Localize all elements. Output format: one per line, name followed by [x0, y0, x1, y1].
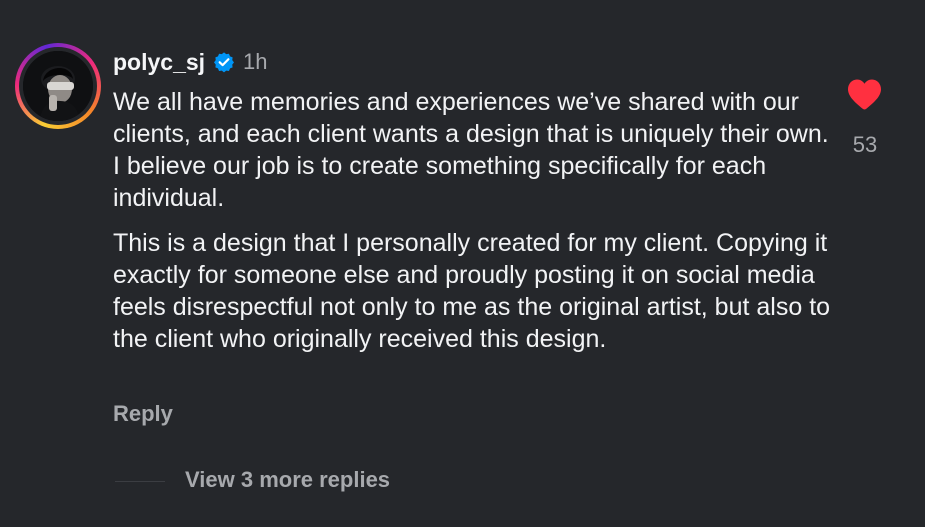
avatar-image	[23, 51, 93, 121]
avatar-gap	[19, 47, 97, 125]
comment-timestamp: 1h	[243, 49, 268, 74]
reply-button[interactable]: Reply	[113, 401, 173, 427]
username[interactable]: polyc_sj	[113, 49, 205, 76]
comment-header: polyc_sj 1h	[113, 46, 268, 78]
avatar[interactable]	[23, 51, 93, 121]
view-more-replies-button[interactable]: View 3 more replies	[185, 467, 390, 493]
replies-divider	[115, 481, 165, 482]
comment-paragraph: This is a design that I personally creat…	[113, 229, 831, 353]
comment-text: We all have memories and experiences we’…	[113, 86, 833, 355]
story-ring[interactable]	[15, 43, 101, 129]
comment-paragraph: We all have memories and experiences we’…	[113, 88, 829, 212]
heart-icon[interactable]	[846, 78, 883, 111]
verified-badge-icon	[213, 51, 235, 73]
like-count: 53	[852, 132, 878, 157]
